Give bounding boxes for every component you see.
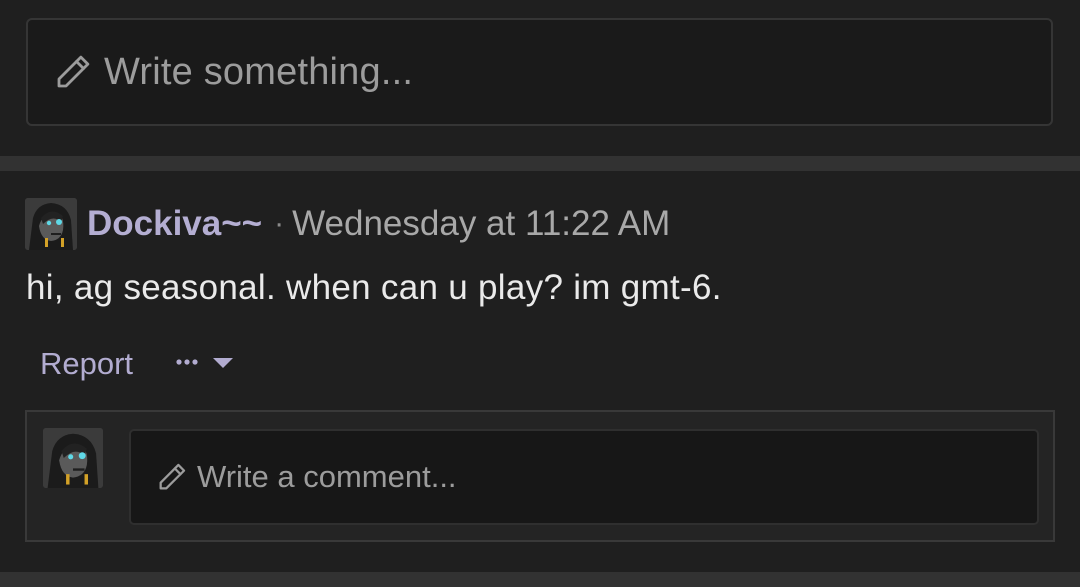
post-timestamp[interactable]: Wednesday at 11:22 AM — [292, 204, 670, 244]
report-link[interactable]: Report — [40, 346, 133, 382]
section-divider-bottom — [0, 572, 1080, 587]
write-something-input[interactable]: Write something... — [26, 18, 1053, 126]
author-name-link[interactable]: Dockiva~~ — [87, 204, 262, 244]
ellipsis-dropdown-icon — [175, 350, 235, 379]
comment-section: Write a comment... — [25, 410, 1055, 542]
meta-separator: · — [274, 207, 285, 240]
post-header: Dockiva~~ · Wednesday at 11:22 AM — [25, 197, 670, 251]
pencil-icon — [155, 460, 189, 494]
comment-placeholder: Write a comment... — [197, 459, 457, 494]
composer-placeholder: Write something... — [104, 50, 414, 93]
pencil-icon — [52, 51, 94, 93]
author-avatar[interactable] — [25, 198, 77, 250]
more-options-button[interactable] — [175, 350, 235, 379]
post-actions: Report — [40, 342, 235, 386]
current-user-avatar — [43, 428, 103, 488]
profile-feed: Write something... Dockiva~~ · Wednesday… — [0, 0, 1080, 587]
section-divider — [0, 156, 1080, 171]
write-comment-input[interactable]: Write a comment... — [129, 429, 1039, 525]
post-body-text: hi, ag seasonal. when can u play? im gmt… — [26, 268, 722, 307]
